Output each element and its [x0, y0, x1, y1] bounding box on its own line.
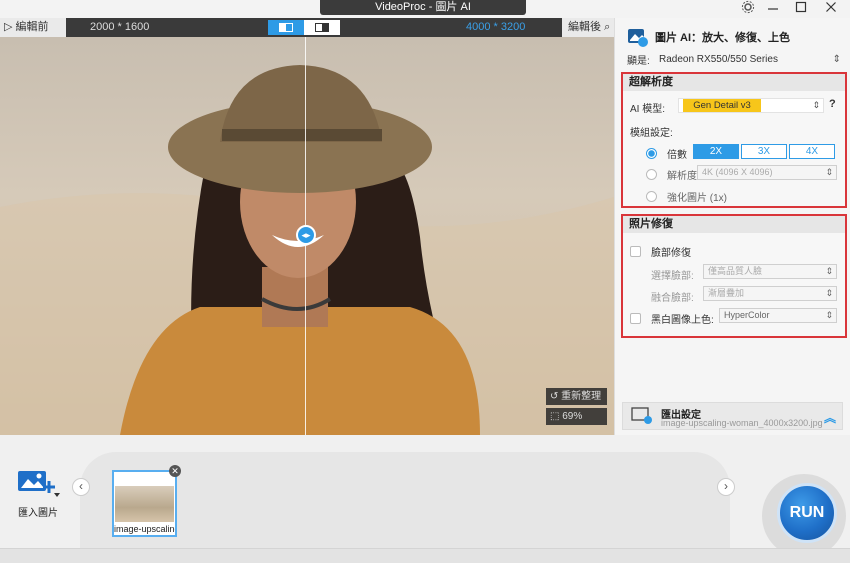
add-image-icon — [18, 471, 60, 497]
settings-panel: 圖片 AI：放大、修復、上色 顯是: Radeon RX550/550 Seri… — [614, 18, 850, 435]
enhance-label: 強化圖片 (1x) — [667, 193, 727, 204]
before-label: 編輯前 — [15, 21, 49, 33]
superres-heading: 超解析度 — [623, 74, 845, 91]
chevron-updown-icon: ⇕ — [825, 266, 833, 276]
enhance-option[interactable]: 強化圖片 (1x) — [646, 189, 727, 204]
export-settings[interactable]: 匯出設定 image-upscaling-woman_4000x3200.jpg… — [622, 402, 843, 430]
scale-label: 倍數 — [667, 150, 687, 161]
resolution-label: 解析度 — [667, 171, 697, 182]
gpu-value: Radeon RX550/550 Series — [659, 53, 778, 65]
colorize-label: 黑白圖像上色: — [651, 315, 714, 326]
thumbnail-label: image-upscaling- — [114, 524, 175, 534]
face-repair-label: 臉部修復 — [651, 248, 691, 259]
blend-face-dropdown[interactable]: 漸層疊加 ⇕ — [703, 286, 837, 301]
thumbnail-image — [115, 486, 174, 522]
import-image-button[interactable]: 匯入圖片 — [14, 467, 62, 519]
export-filename: image-upscaling-woman_4000x3200.jpg — [661, 418, 823, 428]
resolution-select[interactable]: 4K (4096 X 4096) ⇕ — [697, 165, 837, 180]
minimize-icon[interactable] — [760, 0, 786, 18]
title-bar: VideoProc - 圖片 AI — [0, 0, 850, 18]
view-mode-toggle — [268, 20, 340, 35]
repair-section: 照片修復 臉部修復 選擇臉部: 僅高品質人臉 ⇕ 融合臉部: 漸層疊加 ⇕ 黑白… — [621, 214, 847, 338]
status-bar — [0, 548, 850, 563]
scale-3x-button[interactable]: 3X — [741, 144, 787, 159]
image-ai-logo-icon — [628, 29, 648, 47]
remove-thumbnail-icon[interactable]: ✕ — [169, 465, 181, 477]
zoom-icon: ⬚ — [550, 411, 560, 422]
settings-icon[interactable] — [735, 0, 761, 18]
gpu-label: 顯是: — [627, 55, 650, 67]
chevron-up-icon[interactable]: ︽ — [824, 409, 836, 426]
zoom-level[interactable]: ⬚ 69% — [546, 408, 607, 425]
export-settings-icon — [631, 407, 652, 424]
select-face-dropdown[interactable]: 僅高品質人臉 ⇕ — [703, 264, 837, 279]
reset-button[interactable]: ↺ 重新整理 — [546, 388, 607, 405]
mode-label: 模組設定: — [630, 128, 673, 139]
resolution-radio[interactable] — [646, 169, 657, 180]
media-bar: 匯入圖片 ‹ › image-upscaling- ✕ RUN — [0, 435, 850, 563]
zoom-value: 69% — [562, 411, 583, 422]
help-icon[interactable]: ? — [829, 98, 836, 110]
select-face-value: 僅高品質人臉 — [708, 266, 763, 276]
colorize-option[interactable]: 黑白圖像上色: — [630, 311, 714, 326]
repair-heading: 照片修復 — [623, 216, 845, 233]
face-repair-checkbox[interactable] — [630, 246, 641, 257]
superres-section: 超解析度 AI 模型: Gen Detail v3 ⇕ ? 模組設定: 倍數 2… — [621, 72, 847, 208]
import-label: 匯入圖片 — [18, 508, 58, 519]
colorize-checkbox[interactable] — [630, 313, 641, 324]
search-icon: ⌕ — [604, 21, 611, 33]
after-label: 編輯後 — [568, 21, 601, 33]
chevron-updown-icon: ⇕ — [825, 167, 833, 177]
image-preview[interactable]: ◂▸ ↺ 重新整理 ⬚ 69% — [0, 37, 614, 435]
model-label: AI 模型: — [630, 104, 666, 115]
before-resolution: 2000 * 1600 — [90, 21, 150, 33]
after-tab[interactable]: 編輯後 ⌕ — [562, 18, 614, 37]
side-by-side-button[interactable] — [304, 20, 340, 35]
gpu-select[interactable]: 顯是: Radeon RX550/550 Series ⇕ — [627, 51, 841, 67]
before-tab[interactable]: ▷ 編輯前 — [0, 18, 66, 37]
ai-model-select[interactable]: Gen Detail v3 ⇕ — [678, 98, 824, 113]
scroll-left-button[interactable]: ‹ — [72, 478, 90, 496]
run-button[interactable]: RUN — [777, 483, 837, 543]
play-icon: ▷ — [4, 21, 13, 33]
close-icon[interactable] — [818, 0, 844, 18]
blend-face-value: 漸層疊加 — [708, 288, 745, 298]
resolution-value: 4K (4096 X 4096) — [702, 167, 773, 177]
app-title: VideoProc - 圖片 AI — [320, 0, 526, 15]
colorize-dropdown[interactable]: HyperColor ⇕ — [719, 308, 837, 323]
divider-handle[interactable]: ◂▸ — [296, 225, 316, 245]
chevron-updown-icon: ⇕ — [832, 53, 841, 65]
colorize-value: HyperColor — [724, 310, 770, 320]
reset-label: 重新整理 — [561, 391, 602, 402]
select-face-label: 選擇臉部: — [651, 271, 694, 282]
image-thumbnail[interactable]: image-upscaling- — [112, 470, 177, 537]
scroll-right-button[interactable]: › — [717, 478, 735, 496]
blend-face-label: 融合臉部: — [651, 293, 694, 304]
enhance-radio[interactable] — [646, 191, 657, 202]
scale-4x-button[interactable]: 4X — [789, 144, 835, 159]
scale-2x-button[interactable]: 2X — [693, 144, 739, 159]
scale-radio[interactable] — [646, 148, 657, 159]
resolution-option[interactable]: 解析度 — [646, 167, 697, 182]
chevron-updown-icon: ⇕ — [825, 288, 833, 298]
chevron-updown-icon: ⇕ — [812, 100, 820, 110]
scale-option[interactable]: 倍數 — [646, 146, 687, 161]
refresh-icon: ↺ — [550, 391, 559, 402]
maximize-icon[interactable] — [788, 0, 814, 18]
after-resolution: 4000 * 3200 — [466, 21, 526, 33]
chevron-updown-icon: ⇕ — [825, 310, 833, 320]
face-repair-option[interactable]: 臉部修復 — [630, 244, 691, 259]
split-view-button[interactable] — [268, 20, 304, 35]
panel-title: 圖片 AI：放大、修復、上色 — [655, 32, 791, 44]
model-value: Gen Detail v3 — [683, 99, 761, 112]
compare-bar: ▷ 編輯前 2000 * 1600 4000 * 3200 編輯後 ⌕ — [0, 18, 614, 37]
panel-header: 圖片 AI：放大、修復、上色 — [627, 26, 790, 48]
